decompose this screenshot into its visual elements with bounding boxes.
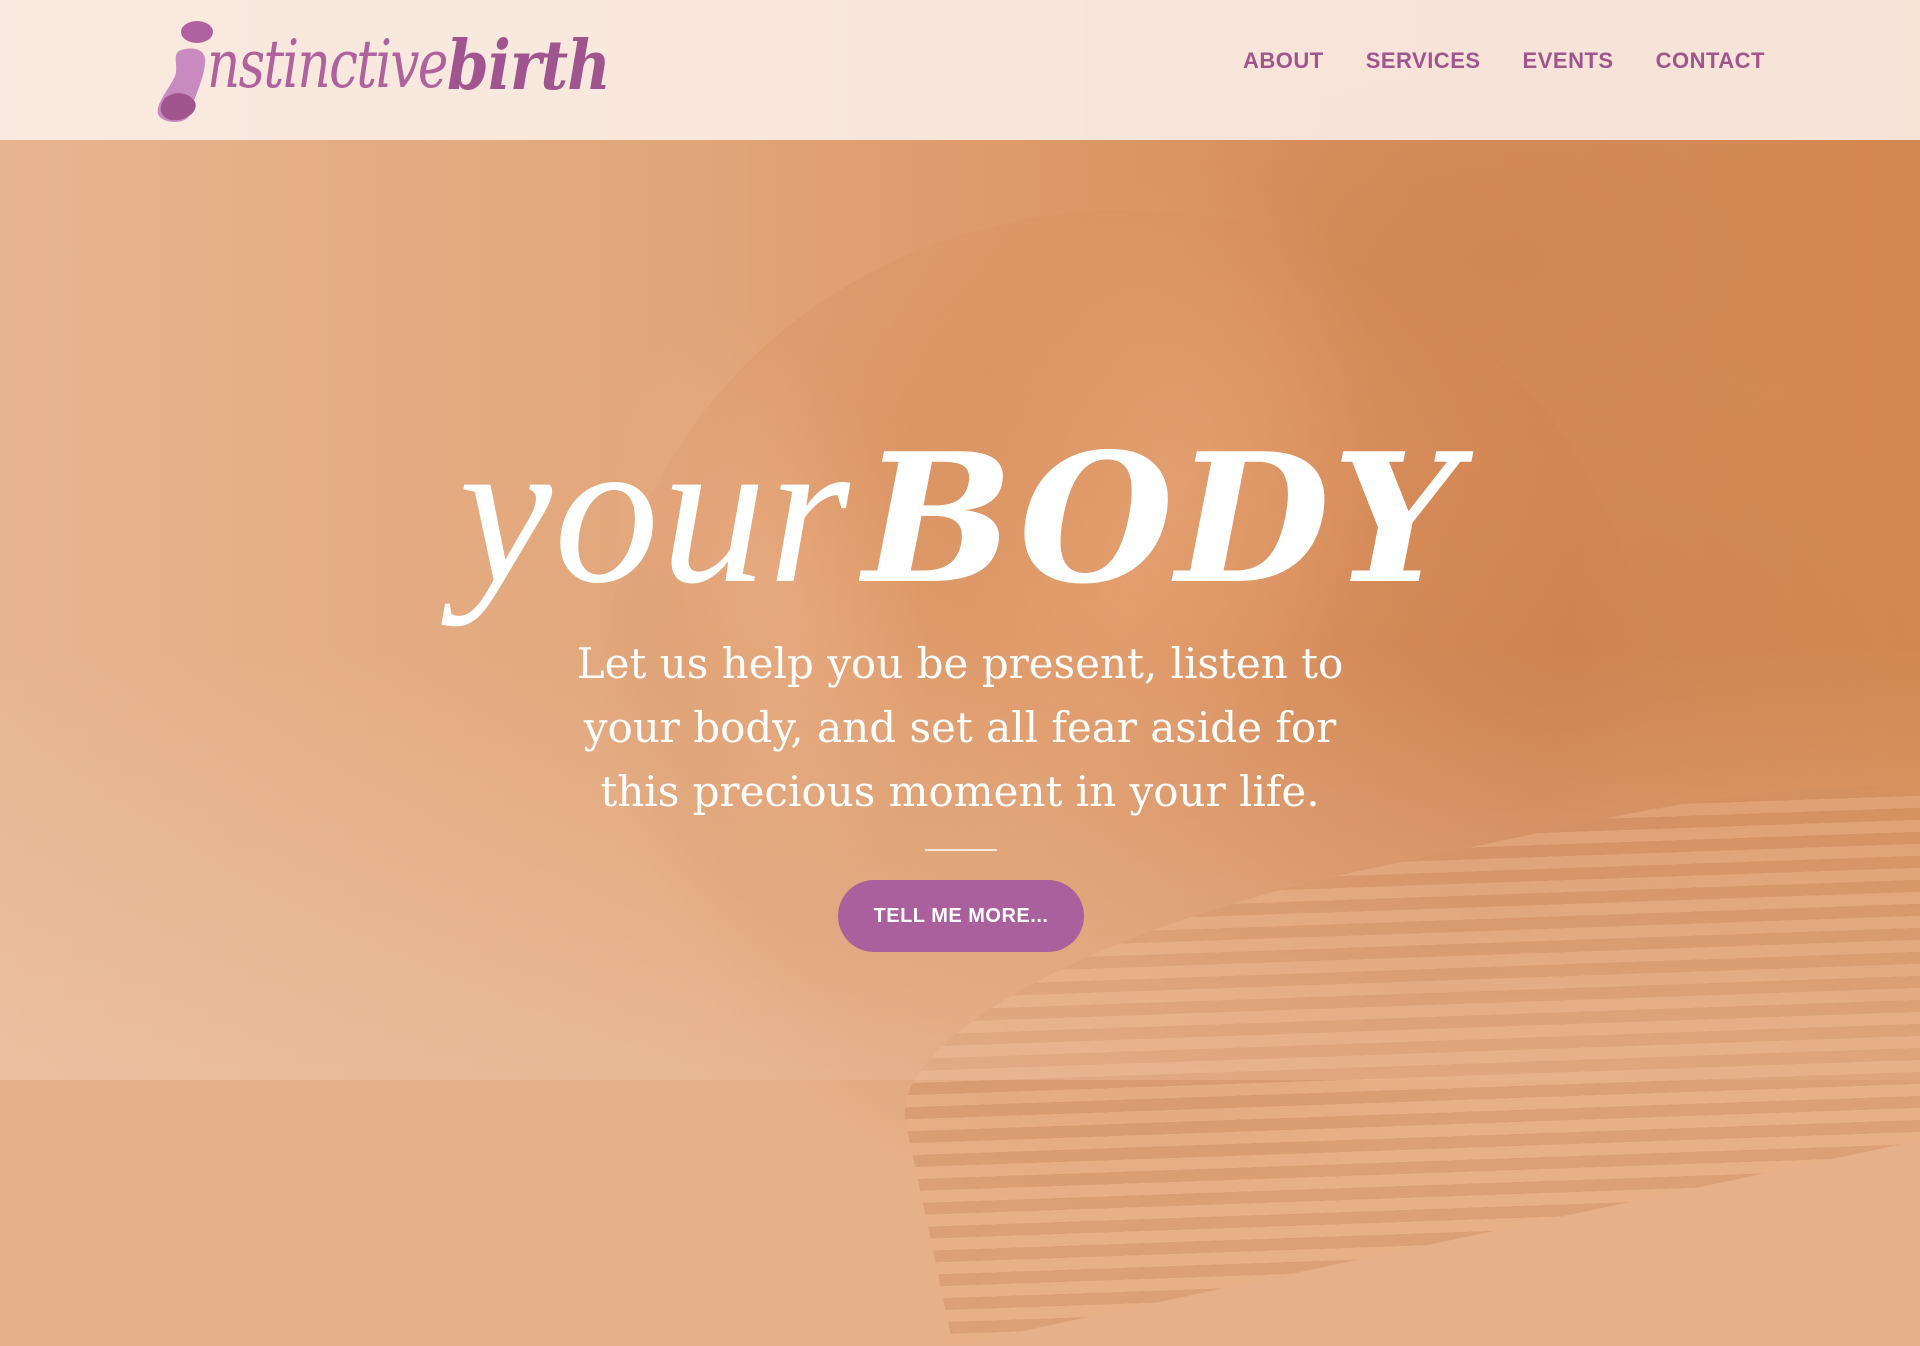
site-header: nstinctive birth ABOUT SERVICES EVENTS C… xyxy=(0,0,1920,140)
logo-text-instinctive: nstinctive xyxy=(207,26,448,103)
nav-about[interactable]: ABOUT xyxy=(1243,48,1324,74)
subtext-line-3: this precious moment in your life. xyxy=(600,767,1320,816)
hero-headline: your BODY xyxy=(0,391,1920,632)
site-logo[interactable]: nstinctive birth xyxy=(155,14,611,124)
headline-your: your xyxy=(458,395,852,628)
hero-divider xyxy=(925,849,997,851)
hero-subtext: Let us help you be present, listen to yo… xyxy=(560,632,1360,824)
headline-body: BODY xyxy=(862,414,1462,624)
main-nav: ABOUT SERVICES EVENTS CONTACT xyxy=(1243,48,1765,74)
logo-text-birth: birth xyxy=(447,26,611,106)
tell-me-more-button[interactable]: TELL ME MORE... xyxy=(838,880,1084,952)
nav-events[interactable]: EVENTS xyxy=(1523,48,1614,74)
subtext-line-1: Let us help you be present, listen to xyxy=(576,639,1344,688)
nav-services[interactable]: SERVICES xyxy=(1366,48,1481,74)
subtext-line-2: your body, and set all fear aside for xyxy=(583,703,1337,752)
nav-contact[interactable]: CONTACT xyxy=(1656,48,1765,74)
